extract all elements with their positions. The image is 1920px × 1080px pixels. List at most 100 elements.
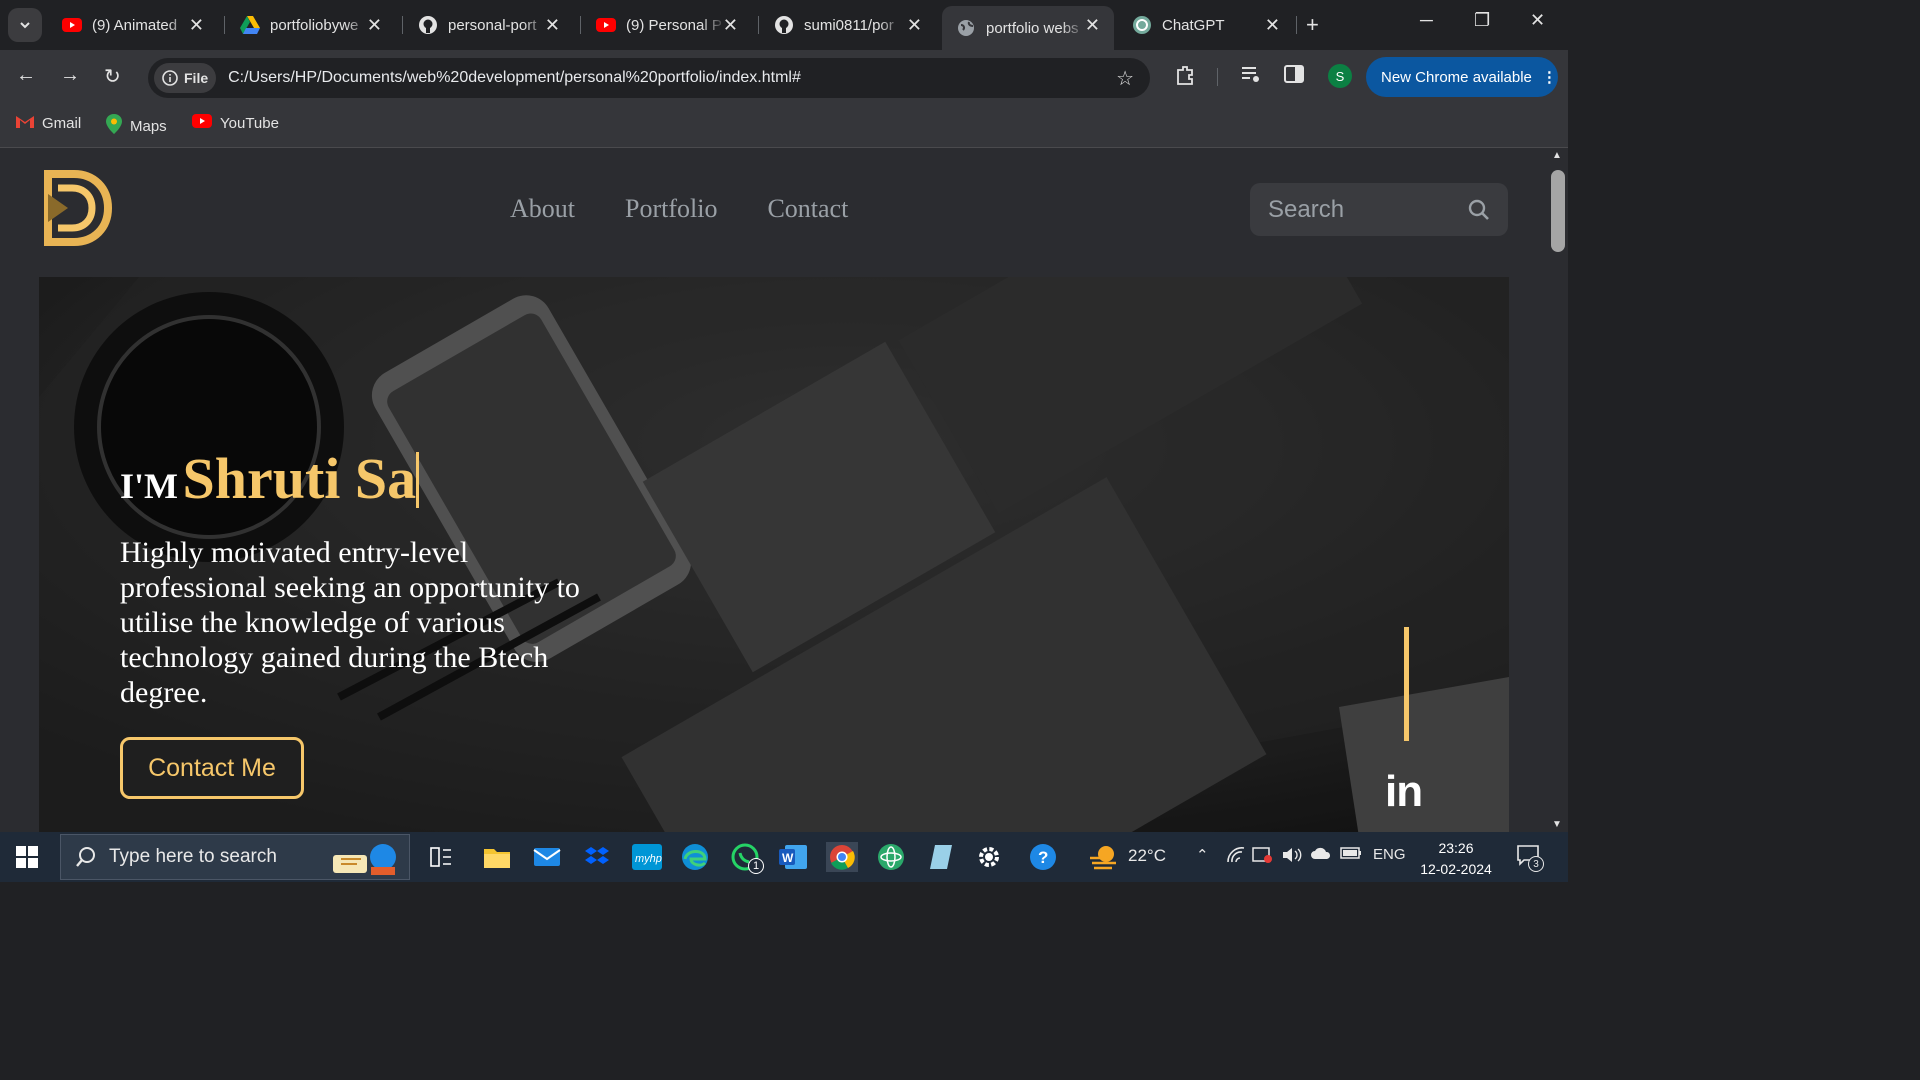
tab-1[interactable]: portfoliobywe ✕ bbox=[226, 6, 396, 44]
network-icon[interactable] bbox=[1226, 846, 1246, 868]
close-icon[interactable]: ✕ bbox=[1085, 15, 1100, 36]
tab-0[interactable]: (9) Animated ✕ bbox=[48, 6, 218, 44]
clock-date: 12-02-2024 bbox=[1420, 861, 1492, 877]
tab-2[interactable]: personal-port ✕ bbox=[404, 6, 574, 44]
info-icon bbox=[162, 70, 178, 86]
windows-taskbar: Type here to search myhp 1 W ? 22°C ⌃ EN… bbox=[0, 832, 1568, 882]
notes-app-icon[interactable] bbox=[926, 842, 956, 872]
weather-temp[interactable]: 22°C bbox=[1128, 846, 1166, 866]
hero-name: Shruti Sa bbox=[182, 446, 417, 511]
search-icon[interactable] bbox=[1468, 199, 1490, 226]
media-controls-icon[interactable] bbox=[1240, 64, 1262, 89]
hero-description: Highly motivated entry-level professiona… bbox=[120, 536, 580, 709]
site-logo[interactable] bbox=[44, 170, 113, 251]
notification-center-icon[interactable]: 3 bbox=[1516, 844, 1544, 872]
site-info-chip[interactable]: File bbox=[154, 63, 217, 93]
maps-icon bbox=[106, 114, 122, 138]
minimize-button[interactable]: ─ bbox=[1420, 10, 1433, 31]
close-icon[interactable]: ✕ bbox=[545, 15, 560, 36]
battery-icon[interactable] bbox=[1340, 846, 1362, 864]
close-icon[interactable]: ✕ bbox=[367, 15, 382, 36]
nav-contact[interactable]: Contact bbox=[767, 194, 848, 224]
atom-app-icon[interactable] bbox=[876, 842, 906, 872]
chatgpt-icon bbox=[1132, 15, 1152, 35]
bookmark-maps[interactable]: Maps bbox=[106, 114, 167, 138]
svg-text:?: ? bbox=[1038, 848, 1048, 867]
notification-count: 3 bbox=[1528, 856, 1544, 872]
volume-icon[interactable] bbox=[1282, 846, 1302, 868]
clock-time: 23:26 bbox=[1438, 840, 1474, 856]
language-indicator[interactable]: ENG bbox=[1373, 846, 1406, 863]
word-icon[interactable]: W bbox=[778, 842, 808, 872]
address-bar[interactable]: File C:/Users/HP/Documents/web%20develop… bbox=[148, 58, 1150, 98]
tab-3[interactable]: (9) Personal P ✕ bbox=[582, 6, 752, 44]
bookmarks-bar: Gmail Maps YouTube bbox=[0, 104, 1568, 148]
new-tab-button[interactable]: + bbox=[1306, 12, 1319, 38]
close-window-button[interactable]: ✕ bbox=[1530, 10, 1545, 31]
meet-now-icon[interactable] bbox=[1252, 846, 1274, 868]
url-text: C:/Users/HP/Documents/web%20development/… bbox=[228, 69, 801, 86]
task-view-icon[interactable] bbox=[426, 842, 456, 872]
hero-heading: I'M Shruti Sa bbox=[120, 445, 420, 512]
social-divider bbox=[1404, 627, 1409, 741]
mail-icon[interactable] bbox=[532, 842, 562, 872]
close-icon[interactable]: ✕ bbox=[723, 15, 738, 36]
hero-prefix: I'M bbox=[120, 466, 178, 506]
globe-icon bbox=[956, 18, 976, 38]
whatsapp-icon[interactable]: 1 bbox=[730, 842, 764, 874]
nav-portfolio[interactable]: Portfolio bbox=[625, 194, 717, 224]
file-explorer-icon[interactable] bbox=[482, 842, 512, 872]
site-search bbox=[1250, 183, 1508, 236]
gmail-icon bbox=[16, 114, 34, 132]
windows-start-icon[interactable] bbox=[14, 844, 40, 875]
bookmark-star-icon[interactable]: ☆ bbox=[1116, 66, 1134, 91]
close-icon[interactable]: ✕ bbox=[1265, 15, 1280, 36]
bookmark-gmail[interactable]: Gmail bbox=[16, 114, 81, 132]
youtube-icon bbox=[596, 15, 616, 35]
youtube-icon bbox=[62, 15, 82, 35]
bookmark-youtube[interactable]: YouTube bbox=[192, 114, 279, 132]
edge-icon[interactable] bbox=[680, 842, 710, 872]
youtube-icon bbox=[192, 114, 212, 132]
forward-button[interactable]: → bbox=[60, 64, 80, 87]
show-hidden-icons-icon[interactable]: ⌃ bbox=[1196, 846, 1209, 864]
taskbar-search-box[interactable]: Type here to search bbox=[60, 834, 410, 880]
tab-strip: (9) Animated ✕ portfoliobywe ✕ personal-… bbox=[0, 0, 1568, 50]
close-icon[interactable]: ✕ bbox=[907, 15, 922, 36]
tab-5-active[interactable]: portfolio webs ✕ bbox=[942, 6, 1114, 50]
more-vert-icon: ⋮ bbox=[1541, 69, 1557, 86]
settings-gear-icon[interactable] bbox=[974, 842, 1004, 872]
hero-section: I'M Shruti Sa Highly motivated entry-lev… bbox=[39, 277, 1509, 832]
profile-avatar[interactable]: S bbox=[1328, 64, 1352, 88]
tab-6[interactable]: ChatGPT ✕ bbox=[1118, 6, 1294, 44]
system-clock[interactable]: 23:26 12-02-2024 bbox=[1418, 838, 1494, 880]
typing-cursor bbox=[416, 452, 420, 508]
tab-4[interactable]: sumi0811/por ✕ bbox=[760, 6, 936, 44]
chevron-down-icon bbox=[20, 22, 30, 29]
github-icon bbox=[774, 15, 794, 35]
scrollbar-thumb[interactable] bbox=[1551, 170, 1565, 252]
svg-text:W: W bbox=[782, 851, 794, 865]
google-drive-icon bbox=[240, 15, 260, 35]
close-icon[interactable]: ✕ bbox=[189, 15, 204, 36]
myhp-icon[interactable]: myhp bbox=[632, 842, 662, 872]
reload-button[interactable]: ↻ bbox=[104, 64, 121, 89]
page-viewport: About Portfolio Contact Search I'M Shrut… bbox=[0, 148, 1548, 832]
restore-button[interactable]: ❐ bbox=[1474, 10, 1490, 31]
whatsapp-badge: 1 bbox=[748, 858, 764, 874]
chrome-icon[interactable] bbox=[826, 842, 858, 872]
onedrive-cloud-icon[interactable] bbox=[1310, 846, 1332, 864]
browser-toolbar: ← → ↻ File C:/Users/HP/Documents/web%20d… bbox=[0, 50, 1568, 104]
extensions-icon[interactable] bbox=[1174, 64, 1196, 91]
nav-about[interactable]: About bbox=[510, 194, 575, 224]
tab-search-button[interactable] bbox=[8, 8, 42, 42]
search-input[interactable] bbox=[1268, 195, 1458, 224]
back-button[interactable]: ← bbox=[16, 64, 36, 87]
linkedin-icon[interactable]: in bbox=[1385, 767, 1423, 817]
help-icon[interactable]: ? bbox=[1028, 842, 1058, 872]
contact-me-button[interactable]: Contact Me bbox=[120, 737, 304, 799]
side-panel-icon[interactable] bbox=[1284, 64, 1304, 89]
weather-icon[interactable] bbox=[1088, 842, 1118, 872]
update-chrome-button[interactable]: New Chrome available ⋮ bbox=[1366, 57, 1558, 97]
dropbox-icon[interactable] bbox=[582, 842, 612, 872]
